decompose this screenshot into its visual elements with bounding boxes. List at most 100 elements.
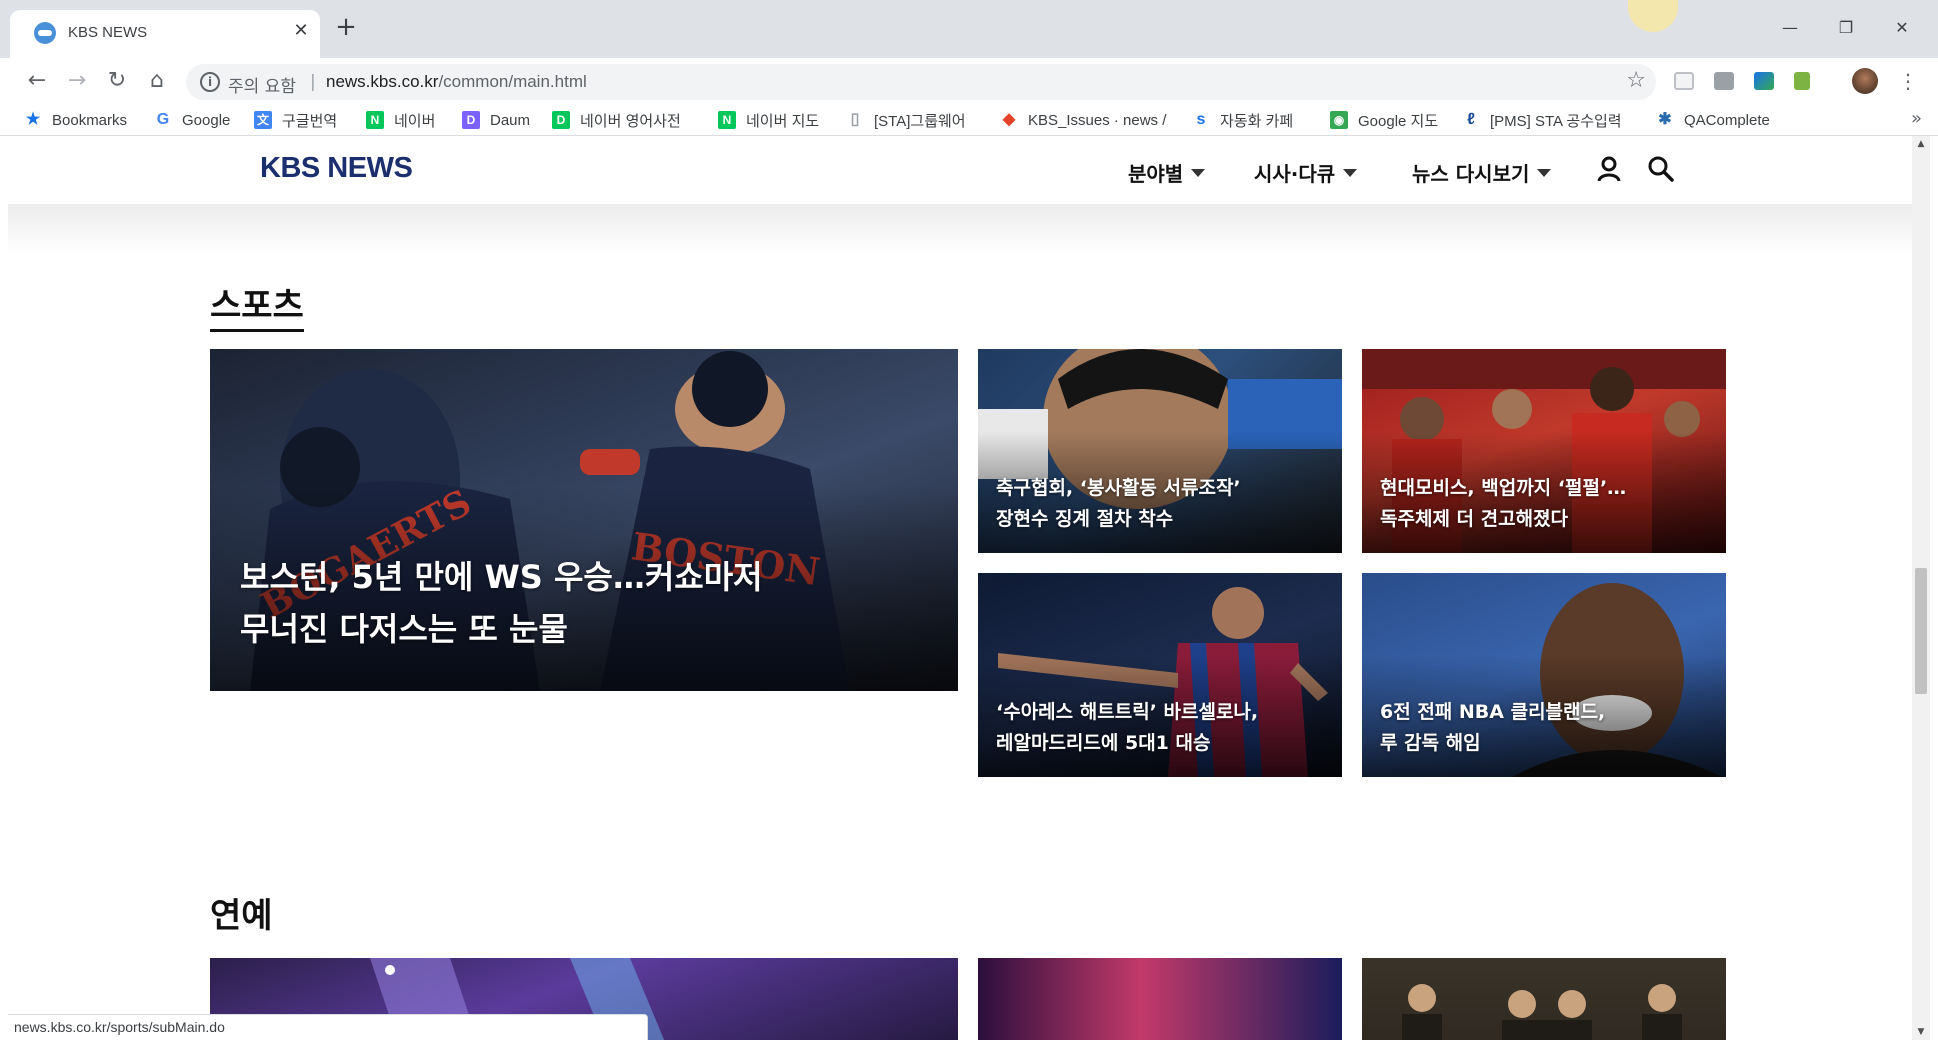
home-button[interactable]: ⌂: [142, 66, 172, 96]
bookmark-item[interactable]: G Google: [154, 110, 231, 130]
back-button[interactable]: ←: [22, 66, 52, 96]
site-info-icon[interactable]: i: [200, 72, 220, 92]
sports-section-title[interactable]: 스포츠: [210, 278, 304, 332]
link-status-bar: news.kbs.co.kr/sports/subMain.do: [8, 1014, 648, 1040]
bookmark-item[interactable]: N 네이버 지도: [718, 110, 819, 130]
bookmark-label: [PMS] STA 공수입력: [1490, 112, 1622, 130]
chrome-menu-icon[interactable]: ⋮: [1898, 68, 1918, 94]
caption-line: 무너진 다저스는 또 눈물: [240, 610, 568, 648]
bookmark-item[interactable]: ✱ QAComplete: [1656, 110, 1770, 130]
page-viewport: KBS NEWS 분야별 시사·다큐 뉴스 다시보기 스포츠 BOSTON BO…: [8, 136, 1912, 1040]
entertainment-news-card[interactable]: [978, 958, 1342, 1040]
search-icon[interactable]: [1646, 154, 1676, 184]
minimize-button[interactable]: —: [1770, 14, 1810, 42]
close-window-button[interactable]: ✕: [1882, 14, 1922, 42]
kbs-news-logo[interactable]: KBS NEWS: [260, 152, 413, 185]
bookmark-item[interactable]: 文 구글번역: [254, 110, 337, 130]
caption-line: 6전 전패 NBA 클리블랜드,: [1380, 701, 1606, 723]
caret-down-icon: [1191, 168, 1206, 177]
caption-line: 레알마드리드에 5대1 대승: [996, 732, 1211, 754]
bookmark-item[interactable]: ▯ [STA]그룹웨어: [846, 110, 966, 130]
site-header: KBS NEWS 분야별 시사·다큐 뉴스 다시보기: [8, 136, 1912, 204]
header-shadow: [8, 204, 1912, 256]
sports-news-card[interactable]: ‘수아레스 해트트릭’ 바르셀로나, 레알마드리드에 5대1 대승: [978, 573, 1342, 777]
translate-icon: 文: [254, 111, 272, 129]
nav-menu-replay[interactable]: 뉴스 다시보기: [1412, 158, 1552, 187]
bookmark-item[interactable]: ◉ Google 지도: [1330, 110, 1438, 130]
star-icon: ★: [25, 111, 41, 128]
scrollbar-thumb[interactable]: [1915, 568, 1927, 694]
daum-icon: D: [462, 111, 480, 129]
bookmark-label: QAComplete: [1684, 111, 1770, 129]
naver-map-icon: N: [718, 111, 736, 129]
new-tab-button[interactable]: +: [332, 14, 360, 42]
address-bar[interactable]: i 주의 요함 | news.kbs.co.kr/common/main.htm…: [186, 64, 1656, 100]
qacomplete-icon: ✱: [1658, 111, 1672, 128]
caption-line: 독주체제 더 견고해졌다: [1380, 508, 1569, 530]
bookmark-label: Daum: [490, 111, 531, 129]
naver-icon: N: [366, 111, 384, 129]
bookmarks-overflow-icon[interactable]: »: [1911, 108, 1922, 129]
bookmark-item[interactable]: s 자동화 카페: [1192, 110, 1294, 130]
extension-cast-icon[interactable]: [1674, 72, 1694, 90]
extension-ladder-icon[interactable]: [1794, 72, 1810, 90]
bookmark-item[interactable]: N 네이버: [366, 110, 435, 130]
bookmark-label: 네이버 영어사전: [580, 112, 681, 130]
bookmark-label: 구글번역: [282, 112, 338, 130]
omnibox-separator: |: [310, 72, 316, 92]
forward-button[interactable]: →: [62, 66, 92, 96]
reload-button[interactable]: ↻: [102, 66, 132, 96]
browser-title-bar: KBS NEWS ✕ + — ❐ ✕: [0, 0, 1938, 58]
profile-avatar[interactable]: [1852, 68, 1878, 94]
entertainment-news-card[interactable]: [1362, 958, 1726, 1040]
kbs-favicon-icon: [34, 22, 56, 44]
nav-menu-current-affairs[interactable]: 시사·다큐: [1254, 158, 1358, 187]
url-text[interactable]: news.kbs.co.kr/common/main.html: [326, 72, 587, 92]
url-path: /common/main.html: [438, 72, 587, 91]
news-caption: 현대모비스, 백업까지 ‘펄펄’… 독주체제 더 견고해졌다: [1380, 473, 1710, 535]
browser-tab-active[interactable]: KBS NEWS ✕: [10, 10, 320, 58]
caption-line: 현대모비스, 백업까지 ‘펄펄’…: [1380, 477, 1627, 499]
entertainment-section-title[interactable]: 연예: [210, 888, 273, 937]
headline-caption: 보스턴, 5년 만에 WS 우승…커쇼마저 무너진 다저스는 또 눈물: [240, 551, 860, 655]
sports-news-card[interactable]: 6전 전패 NBA 클리블랜드, 루 감독 해임: [1362, 573, 1726, 777]
news-caption: 6전 전패 NBA 클리블랜드, 루 감독 해임: [1380, 697, 1710, 759]
sports-news-card[interactable]: 현대모비스, 백업까지 ‘펄펄’… 독주체제 더 견고해졌다: [1362, 349, 1726, 553]
bookmark-item[interactable]: D 네이버 영어사전: [552, 110, 681, 130]
news-caption: ‘수아레스 해트트릭’ 바르셀로나, 레알마드리드에 5대1 대승: [996, 697, 1326, 759]
browser-toolbar: ← → ↻ ⌂ i 주의 요함 | news.kbs.co.kr/common/…: [0, 58, 1938, 104]
bookmark-item[interactable]: ℓ [PMS] STA 공수입력: [1462, 110, 1622, 130]
bookmark-label: 자동화 카페: [1220, 112, 1294, 130]
bookmark-item[interactable]: D Daum: [462, 110, 530, 130]
caption-line: 루 감독 해임: [1380, 732, 1481, 754]
tab-close-icon[interactable]: ✕: [290, 20, 312, 42]
news-caption: 축구협회, ‘봉사활동 서류조작’ 장현수 징계 절차 착수: [996, 473, 1326, 535]
bookmark-item[interactable]: ★ Bookmarks: [24, 110, 127, 130]
scroll-up-arrow-icon[interactable]: ▲: [1912, 136, 1930, 152]
sports-headline-card[interactable]: BOSTON BOGAERTS 보스턴, 5년 만에 WS 우승…커쇼마저 무너…: [210, 349, 958, 691]
bookmarks-bar: » ★ Bookmarks G Google 文 구글번역 N 네이버 D Daum D 네이버 영어…: [0, 104, 1938, 136]
page-scrollbar[interactable]: ▲ ▼: [1912, 136, 1930, 1040]
scroll-down-arrow-icon[interactable]: ▼: [1912, 1024, 1930, 1040]
nav-menu-category[interactable]: 분야별: [1128, 158, 1206, 187]
security-warning-text[interactable]: 주의 요함: [228, 72, 296, 97]
caption-line: 장현수 징계 절차 착수: [996, 508, 1174, 530]
caption-line: 보스턴, 5년 만에 WS 우승…커쇼마저: [240, 558, 763, 596]
bookmark-label: Google 지도: [1358, 112, 1439, 130]
user-icon[interactable]: [1594, 154, 1624, 184]
restore-button[interactable]: ❐: [1826, 14, 1866, 42]
url-host: news.kbs.co.kr: [326, 72, 439, 91]
bookmark-label: Bookmarks: [52, 111, 128, 129]
bookmark-label: 네이버 지도: [746, 112, 820, 130]
tab-title: KBS NEWS: [68, 24, 148, 41]
extension-arrows-icon[interactable]: [1754, 72, 1774, 90]
bookmark-item[interactable]: ◆ KBS_Issues · news /: [1000, 110, 1167, 130]
extension-ex-icon[interactable]: [1714, 72, 1734, 90]
bookmark-star-icon[interactable]: ☆: [1626, 68, 1646, 93]
window-decoration: [1628, 0, 1678, 32]
caption-line: 축구협회, ‘봉사활동 서류조작’: [996, 477, 1241, 499]
caret-down-icon: [1343, 168, 1358, 177]
maps-icon: ◉: [1330, 111, 1348, 129]
sports-news-card[interactable]: 축구협회, ‘봉사활동 서류조작’ 장현수 징계 절차 착수: [978, 349, 1342, 553]
caret-down-icon: [1537, 168, 1552, 177]
